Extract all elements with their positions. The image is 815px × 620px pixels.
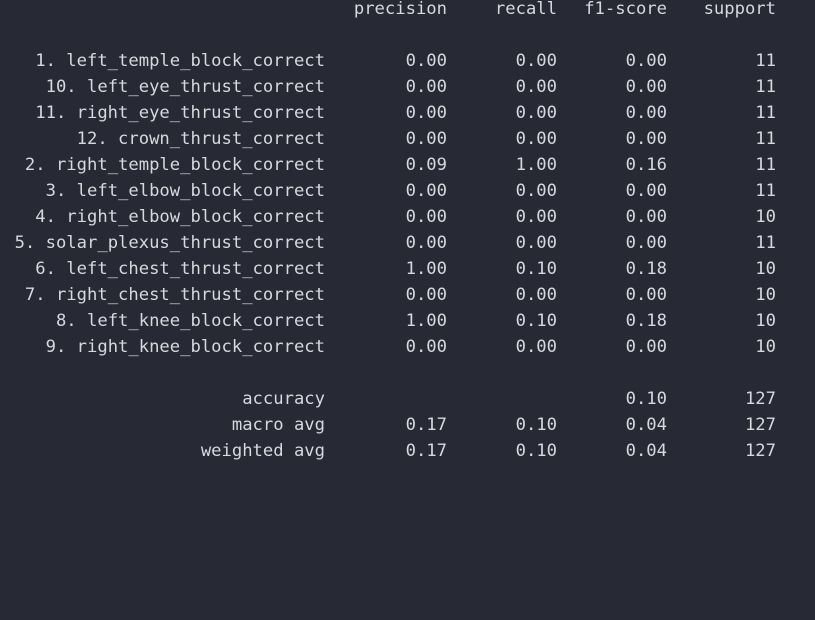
table-row: 1. left_temple_block_correct 0.00 0.00 0… bbox=[0, 48, 815, 74]
precision-value: 0.00 bbox=[405, 233, 447, 253]
support-value: 127 bbox=[744, 415, 776, 435]
support-value: 11 bbox=[755, 181, 776, 201]
support-value: 10 bbox=[755, 259, 776, 279]
table-row: 9. right_knee_block_correct 0.00 0.00 0.… bbox=[0, 334, 815, 360]
f1-score-value: 0.04 bbox=[625, 441, 667, 461]
class-label: 6. left_chest_thrust_correct bbox=[35, 259, 325, 279]
precision-value: 0.00 bbox=[405, 207, 447, 227]
recall-value: 0.00 bbox=[515, 207, 557, 227]
precision-value: 0.00 bbox=[405, 181, 447, 201]
table-row: 3. left_elbow_block_correct 0.00 0.00 0.… bbox=[0, 178, 815, 204]
summary-label: weighted avg bbox=[200, 441, 325, 461]
summary-label: accuracy bbox=[242, 389, 325, 409]
table-row: 12. crown_thrust_correct 0.00 0.00 0.00 … bbox=[0, 126, 815, 152]
f1-score-value: 0.00 bbox=[625, 285, 667, 305]
recall-value: 0.00 bbox=[515, 181, 557, 201]
support-value: 127 bbox=[744, 389, 776, 409]
recall-value: 0.00 bbox=[515, 51, 557, 71]
f1-score-value: 0.18 bbox=[625, 259, 667, 279]
support-value: 10 bbox=[755, 285, 776, 305]
macro-avg-row: macro avg 0.17 0.10 0.04 127 bbox=[0, 412, 815, 438]
support-value: 11 bbox=[755, 51, 776, 71]
class-label: 8. left_knee_block_correct bbox=[55, 311, 325, 331]
f1-score-value: 0.00 bbox=[625, 129, 667, 149]
class-label: 11. right_eye_thrust_correct bbox=[35, 103, 325, 123]
weighted-avg-row: weighted avg 0.17 0.10 0.04 127 bbox=[0, 438, 815, 464]
f1-score-value: 0.16 bbox=[625, 155, 667, 175]
f1-score-value: 0.04 bbox=[625, 415, 667, 435]
support-value: 10 bbox=[755, 337, 776, 357]
table-row: 11. right_eye_thrust_correct 0.00 0.00 0… bbox=[0, 100, 815, 126]
table-row: 7. right_chest_thrust_correct 0.00 0.00 … bbox=[0, 282, 815, 308]
recall-value: 0.10 bbox=[515, 441, 557, 461]
table-row: 5. solar_plexus_thrust_correct 0.00 0.00… bbox=[0, 230, 815, 256]
precision-value: 0.00 bbox=[405, 77, 447, 97]
f1-score-value: 0.00 bbox=[625, 233, 667, 253]
classification-report: precision recall f1-score support 1. lef… bbox=[0, 0, 815, 474]
recall-value: 0.00 bbox=[515, 103, 557, 123]
table-row: 4. right_elbow_block_correct 0.00 0.00 0… bbox=[0, 204, 815, 230]
class-label: 3. left_elbow_block_correct bbox=[45, 181, 325, 201]
f1-score-value: 0.00 bbox=[625, 207, 667, 227]
recall-header: recall bbox=[494, 0, 557, 19]
support-value: 127 bbox=[744, 441, 776, 461]
f1-score-value: 0.10 bbox=[625, 389, 667, 409]
class-label: 10. left_eye_thrust_correct bbox=[45, 77, 325, 97]
support-value: 11 bbox=[755, 129, 776, 149]
f1-score-value: 0.00 bbox=[625, 337, 667, 357]
class-label: 7. right_chest_thrust_correct bbox=[24, 285, 325, 305]
summary-label: macro avg bbox=[231, 415, 325, 435]
precision-value: 1.00 bbox=[405, 259, 447, 279]
class-label: 2. right_temple_block_correct bbox=[24, 155, 325, 175]
precision-value: 0.17 bbox=[405, 441, 447, 461]
report-header-row: precision recall f1-score support bbox=[0, 0, 815, 22]
class-label: 1. left_temple_block_correct bbox=[35, 51, 325, 71]
f1-score-value: 0.00 bbox=[625, 77, 667, 97]
accuracy-row: accuracy 0.10 127 bbox=[0, 386, 815, 412]
precision-value: 0.00 bbox=[405, 51, 447, 71]
precision-value: 0.09 bbox=[405, 155, 447, 175]
precision-value: 0.00 bbox=[405, 285, 447, 305]
recall-value: 0.00 bbox=[515, 129, 557, 149]
precision-value: 0.00 bbox=[405, 129, 447, 149]
class-label: 5. solar_plexus_thrust_correct bbox=[14, 233, 325, 253]
support-value: 10 bbox=[755, 311, 776, 331]
support-value: 11 bbox=[755, 233, 776, 253]
recall-value: 0.10 bbox=[515, 259, 557, 279]
recall-value: 0.00 bbox=[515, 337, 557, 357]
precision-value: 1.00 bbox=[405, 311, 447, 331]
f1-score-header: f1-score bbox=[584, 0, 667, 19]
class-label: 4. right_elbow_block_correct bbox=[35, 207, 325, 227]
recall-value: 0.00 bbox=[515, 285, 557, 305]
f1-score-value: 0.00 bbox=[625, 103, 667, 123]
f1-score-value: 0.00 bbox=[625, 51, 667, 71]
support-header: support bbox=[703, 0, 776, 19]
table-row: 8. left_knee_block_correct 1.00 0.10 0.1… bbox=[0, 308, 815, 334]
precision-value: 0.00 bbox=[405, 103, 447, 123]
support-value: 11 bbox=[755, 103, 776, 123]
support-value: 10 bbox=[755, 207, 776, 227]
precision-header: precision bbox=[353, 0, 447, 19]
class-label: 9. right_knee_block_correct bbox=[45, 337, 325, 357]
class-label: 12. crown_thrust_correct bbox=[76, 129, 325, 149]
precision-value: 0.17 bbox=[405, 415, 447, 435]
table-row: 6. left_chest_thrust_correct 1.00 0.10 0… bbox=[0, 256, 815, 282]
support-value: 11 bbox=[755, 155, 776, 175]
recall-value: 0.00 bbox=[515, 77, 557, 97]
table-row: 10. left_eye_thrust_correct 0.00 0.00 0.… bbox=[0, 74, 815, 100]
recall-value: 0.10 bbox=[515, 311, 557, 331]
f1-score-value: 0.18 bbox=[625, 311, 667, 331]
recall-value: 0.00 bbox=[515, 233, 557, 253]
recall-value: 1.00 bbox=[515, 155, 557, 175]
support-value: 11 bbox=[755, 77, 776, 97]
precision-value: 0.00 bbox=[405, 337, 447, 357]
recall-value: 0.10 bbox=[515, 415, 557, 435]
f1-score-value: 0.00 bbox=[625, 181, 667, 201]
table-row: 2. right_temple_block_correct 0.09 1.00 … bbox=[0, 152, 815, 178]
